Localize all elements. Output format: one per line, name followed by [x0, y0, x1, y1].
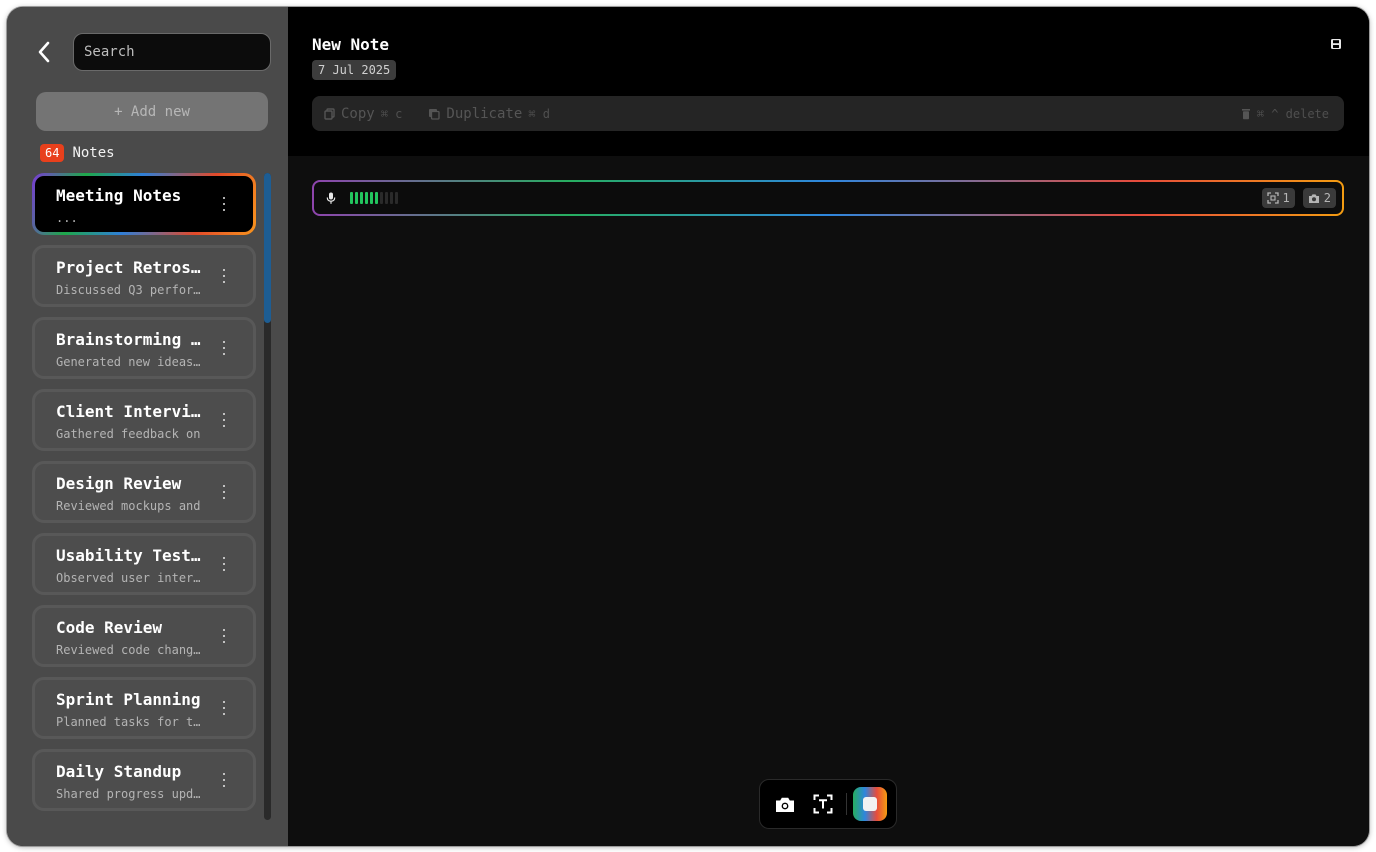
note-card-project-retrospective[interactable]: Project Retrospective Discussed Q3 perfo… [32, 245, 256, 307]
more-vertical-icon[interactable] [219, 413, 229, 427]
level-segment [350, 192, 353, 204]
stop-recording-button[interactable] [853, 787, 887, 821]
camera-icon [776, 797, 794, 812]
more-vertical-icon[interactable] [219, 773, 229, 787]
notes-count-row: 64 Notes [40, 144, 115, 162]
note-card-meeting-notes[interactable]: Meeting Notes ... [32, 173, 256, 235]
note-header: New Note 7 Jul 2025 Copy ⌘ c Duplicate ⌘… [288, 7, 1369, 156]
level-segment [385, 192, 388, 204]
notes-count-badge: 64 [40, 144, 65, 162]
level-segment [380, 192, 383, 204]
note-preview: Gathered feedback on [56, 427, 201, 441]
camera-icon [1308, 193, 1319, 203]
notes-label: Notes [72, 145, 115, 161]
level-segment [360, 192, 363, 204]
scroll-thumb[interactable] [264, 173, 271, 323]
delete-shortcut: ⌘ ^ delete [1256, 106, 1329, 121]
more-vertical-icon[interactable] [219, 197, 229, 211]
note-toolbar: Copy ⌘ c Duplicate ⌘ d ⌘ ^ delete [312, 96, 1344, 131]
note-date: 7 Jul 2025 [312, 60, 397, 80]
text-capture-icon [813, 794, 833, 814]
capture-toolbar [759, 779, 897, 829]
note-title: Daily Standup [56, 762, 182, 781]
add-new-button[interactable]: + Add new [36, 92, 268, 131]
photo-count: 2 [1323, 191, 1331, 205]
audio-level-meter [350, 192, 398, 204]
sidebar: + Add new 64 Notes Meeting Notes ... Pro… [7, 7, 288, 846]
mic-icon[interactable] [326, 192, 336, 205]
note-preview: ... [56, 211, 78, 225]
toolbar-divider [846, 793, 847, 815]
note-preview: Reviewed code changes [56, 643, 206, 657]
chevron-left-icon [38, 41, 50, 63]
audio-recorder-bar: 1 2 [312, 180, 1344, 216]
note-title: Client Interview [56, 402, 206, 421]
photo-counter[interactable]: 2 [1302, 188, 1336, 208]
search-input[interactable] [84, 44, 263, 60]
level-segment [370, 192, 373, 204]
screen-capture-counter[interactable]: 1 [1261, 188, 1295, 208]
note-title: Project Retrospective [56, 258, 206, 277]
note-title: Meeting Notes [56, 186, 182, 205]
note-card-brainstorming[interactable]: Brainstorming Session Generated new idea… [32, 317, 256, 379]
duplicate-shortcut: ⌘ d [528, 106, 550, 121]
copy-label: Copy [341, 105, 375, 122]
text-capture-button[interactable] [804, 785, 842, 823]
delete-button[interactable]: ⌘ ^ delete [1241, 107, 1329, 121]
duplicate-button[interactable]: Duplicate ⌘ d [428, 106, 550, 122]
note-card-design-review[interactable]: Design Review Reviewed mockups and [32, 461, 256, 523]
note-card-sprint-planning[interactable]: Sprint Planning Planned tasks for the [32, 677, 256, 739]
record-stop-icon [863, 797, 877, 811]
note-title: Brainstorming Session [56, 330, 206, 349]
app-window: + Add new 64 Notes Meeting Notes ... Pro… [7, 7, 1369, 846]
copy-shortcut: ⌘ c [380, 106, 403, 121]
capture-counters: 1 2 [1261, 188, 1336, 208]
more-vertical-icon[interactable] [219, 269, 229, 283]
copy-button[interactable]: Copy ⌘ c [324, 106, 402, 122]
note-card-client-interview[interactable]: Client Interview Gathered feedback on [32, 389, 256, 451]
screen-capture-count: 1 [1282, 191, 1290, 205]
back-button[interactable] [31, 39, 57, 65]
note-title: Design Review [56, 474, 182, 493]
note-title: Sprint Planning [56, 690, 201, 709]
level-segment [390, 192, 393, 204]
level-segment [395, 192, 398, 204]
copy-icon [324, 107, 335, 120]
level-segment [365, 192, 368, 204]
note-preview: Generated new ideas for [56, 355, 206, 369]
more-vertical-icon[interactable] [219, 701, 229, 715]
duplicate-icon [429, 108, 441, 120]
notes-list: Meeting Notes ... Project Retrospective … [32, 173, 256, 823]
note-editor: New Note 7 Jul 2025 Copy ⌘ c Duplicate ⌘… [288, 7, 1369, 846]
more-vertical-icon[interactable] [219, 557, 229, 571]
more-vertical-icon[interactable] [219, 341, 229, 355]
level-segment [375, 192, 378, 204]
note-preview: Reviewed mockups and [56, 499, 201, 513]
search-box [73, 33, 271, 71]
note-preview: Planned tasks for the [56, 715, 206, 729]
note-heading[interactable]: New Note [312, 35, 389, 54]
note-preview: Observed user interactions [56, 571, 206, 585]
note-card-usability-testing[interactable]: Usability Testing Observed user interact… [32, 533, 256, 595]
notes-scrollbar[interactable] [264, 173, 271, 820]
more-vertical-icon[interactable] [219, 485, 229, 499]
note-preview: Discussed Q3 performance [56, 283, 206, 297]
level-segment [355, 192, 358, 204]
save-icon[interactable] [1330, 38, 1342, 50]
more-vertical-icon[interactable] [219, 629, 229, 643]
note-card-code-review[interactable]: Code Review Reviewed code changes [32, 605, 256, 667]
trash-icon [1241, 108, 1250, 119]
note-card-daily-standup[interactable]: Daily Standup Shared progress updates [32, 749, 256, 811]
camera-button[interactable] [766, 785, 804, 823]
screen-capture-icon [1266, 192, 1279, 204]
note-title: Code Review [56, 618, 162, 637]
note-title: Usability Testing [56, 546, 206, 565]
duplicate-label: Duplicate [446, 105, 523, 122]
note-preview: Shared progress updates [56, 787, 206, 801]
